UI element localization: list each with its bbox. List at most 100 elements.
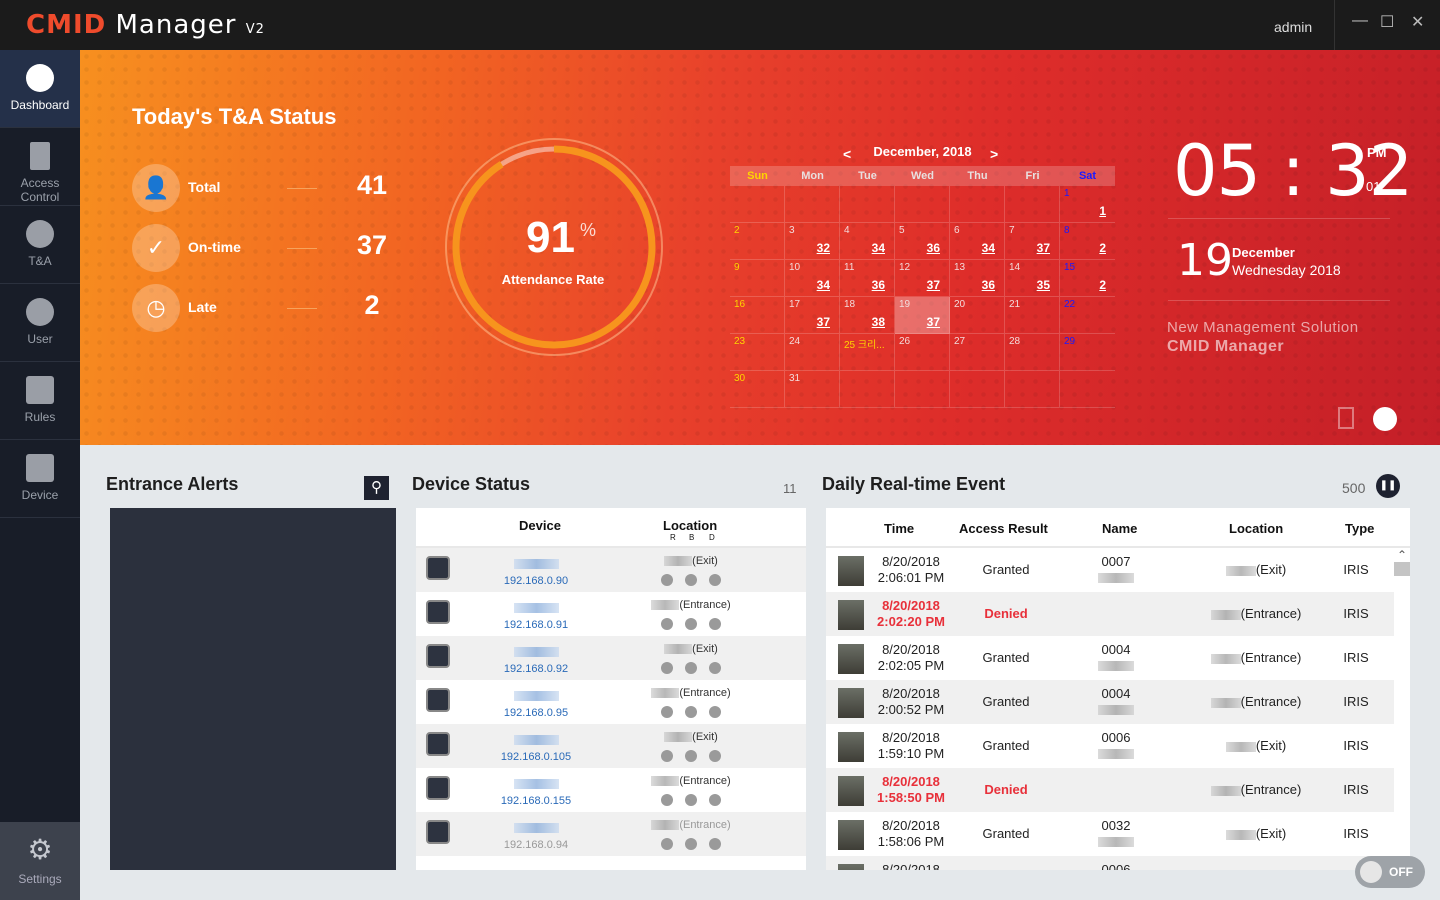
calendar-day[interactable]: 20: [950, 297, 1005, 334]
attendance-count[interactable]: 36: [982, 278, 995, 292]
attendance-count[interactable]: 34: [817, 278, 830, 292]
calendar-day[interactable]: 14 35: [1005, 260, 1060, 297]
redacted: [1098, 660, 1134, 671]
attendance-count[interactable]: 37: [817, 315, 830, 329]
close-button[interactable]: ✕: [1411, 12, 1424, 32]
calendar-day[interactable]: 31: [785, 371, 840, 408]
device-ip[interactable]: 192.168.0.105: [476, 751, 596, 763]
table-row[interactable]: 8/20/2018 2:02:20 PM Denied (Entrance) IRIS: [826, 592, 1394, 636]
attendance-count[interactable]: 37: [1037, 241, 1050, 255]
calendar-day[interactable]: 3 32: [785, 223, 840, 260]
next-month-button[interactable]: >: [990, 146, 998, 162]
sidebar-item-device[interactable]: Device: [0, 440, 80, 518]
auth-type: IRIS: [1343, 562, 1369, 577]
table-row[interactable]: 8/20/2018 2:00:52 PM Granted 0004 (Entrance)…: [826, 680, 1394, 724]
calendar-day[interactable]: 22: [1060, 297, 1115, 334]
current-user[interactable]: admin: [1274, 19, 1312, 35]
calendar-day[interactable]: 15 2: [1060, 260, 1115, 297]
calendar-day[interactable]: 27: [950, 334, 1005, 371]
calendar-day[interactable]: 82: [1060, 223, 1115, 260]
access-result: Granted: [982, 650, 1030, 665]
device-ip[interactable]: 192.168.0.90: [476, 575, 596, 587]
minimize-button[interactable]: —: [1352, 12, 1368, 30]
calendar-day[interactable]: 30: [730, 371, 785, 408]
device-ip[interactable]: 192.168.0.155: [476, 795, 596, 807]
calendar-day[interactable]: 10 34: [785, 260, 840, 297]
attendance-count[interactable]: 35: [1037, 278, 1050, 292]
calendar-day[interactable]: 23: [730, 334, 785, 371]
sidebar-item-settings[interactable]: ⚙ Settings: [0, 822, 80, 900]
clock-icon[interactable]: [1373, 407, 1397, 431]
attendance-count[interactable]: 36: [927, 241, 940, 255]
sidebar-item-rules[interactable]: Rules: [0, 362, 80, 440]
attendance-count[interactable]: 37: [927, 315, 940, 329]
calendar-day[interactable]: 25 크리...: [840, 334, 895, 371]
attendance-count[interactable]: 2: [1099, 241, 1106, 255]
table-row[interactable]: 8/20/2018 0006: [826, 856, 1394, 870]
sidebar-item-dashboard[interactable]: Dashboard: [0, 50, 80, 128]
table-row[interactable]: 8/20/2018 2:02:05 PM Granted 0004 (Entrance)…: [826, 636, 1394, 680]
attendance-count[interactable]: 34: [982, 241, 995, 255]
scroll-up-icon[interactable]: ⌃: [1394, 548, 1410, 562]
attendance-count[interactable]: 34: [872, 241, 885, 255]
calendar-day[interactable]: 17 37: [785, 297, 840, 334]
calendar-day[interactable]: 5 36: [895, 223, 950, 260]
calendar-day[interactable]: 11: [1060, 186, 1115, 223]
calendar-day[interactable]: 28: [1005, 334, 1060, 371]
table-row[interactable]: 192.168.0.105 (Exit): [416, 724, 806, 768]
led-d: [709, 574, 721, 586]
calendar-day[interactable]: 19 37: [895, 297, 950, 334]
attendance-count[interactable]: 38: [872, 315, 885, 329]
calendar-day[interactable]: 24: [785, 334, 840, 371]
door-icon[interactable]: [1338, 407, 1354, 429]
table-row[interactable]: 8/20/2018 1:58:50 PM Denied (Entrance) IRIS: [826, 768, 1394, 812]
pause-icon[interactable]: ❚❚: [1376, 474, 1400, 498]
calendar-day[interactable]: 2: [730, 223, 785, 260]
calendar-day[interactable]: 13 36: [950, 260, 1005, 297]
table-row[interactable]: 8/20/2018 1:59:10 PM Granted 0006 (Exit) IRIS: [826, 724, 1394, 768]
device-ip[interactable]: 192.168.0.91: [476, 619, 596, 631]
col-d: D: [709, 533, 715, 542]
calendar-day[interactable]: 7 37: [1005, 223, 1060, 260]
table-row[interactable]: 192.168.0.155 (Entrance): [416, 768, 806, 812]
device-ip[interactable]: 192.168.0.95: [476, 707, 596, 719]
calendar-day[interactable]: 4 34: [840, 223, 895, 260]
calendar-day[interactable]: 12 37: [895, 260, 950, 297]
table-row[interactable]: 192.168.0.95 (Entrance): [416, 680, 806, 724]
maximize-button[interactable]: ☐: [1380, 12, 1394, 32]
scrollbar[interactable]: ⌃: [1394, 548, 1410, 870]
search-icon[interactable]: ⚲: [364, 476, 389, 500]
table-row[interactable]: 192.168.0.94 (Entrance): [416, 812, 806, 856]
attendance-count[interactable]: 2: [1099, 278, 1106, 292]
prev-month-button[interactable]: <: [843, 146, 851, 162]
sidebar-item-t-a[interactable]: T&A: [0, 206, 80, 284]
attendance-count[interactable]: 32: [817, 241, 830, 255]
attendance-count[interactable]: 1: [1099, 204, 1106, 218]
table-row[interactable]: 8/20/2018 2:06:01 PM Granted 0007 (Exit) IRIS: [826, 548, 1394, 592]
calendar-day[interactable]: 26: [895, 334, 950, 371]
sidebar-item-access-control[interactable]: Access Control: [0, 128, 80, 206]
device-ip[interactable]: 192.168.0.94: [476, 839, 596, 851]
calendar-day[interactable]: 16: [730, 297, 785, 334]
weekday-fri: Fri: [1025, 170, 1040, 182]
auto-scroll-toggle[interactable]: OFF: [1355, 856, 1425, 888]
access-result: Granted: [982, 562, 1030, 577]
calendar-day[interactable]: 11 36: [840, 260, 895, 297]
table-row[interactable]: 192.168.0.92 (Exit): [416, 636, 806, 680]
table-row[interactable]: 8/20/2018 1:58:06 PM Granted 0032 (Exit) IRIS: [826, 812, 1394, 856]
table-row[interactable]: 192.168.0.90 (Exit): [416, 548, 806, 592]
calendar-day[interactable]: 29: [1060, 334, 1115, 371]
table-row[interactable]: 192.168.0.91 (Entrance): [416, 592, 806, 636]
sidebar-item-user[interactable]: User: [0, 284, 80, 362]
device-ip[interactable]: 192.168.0.92: [476, 663, 596, 675]
scroll-thumb[interactable]: [1394, 562, 1410, 576]
calendar-day[interactable]: 9: [730, 260, 785, 297]
calendar-day[interactable]: 6 34: [950, 223, 1005, 260]
attendance-count[interactable]: 37: [927, 278, 940, 292]
device-location: (Entrance): [616, 819, 766, 831]
attendance-count[interactable]: 36: [872, 278, 885, 292]
user-name: 0004: [1081, 642, 1151, 672]
calendar-day[interactable]: 21: [1005, 297, 1060, 334]
calendar-day[interactable]: 18 38: [840, 297, 895, 334]
redacted: [651, 820, 680, 831]
